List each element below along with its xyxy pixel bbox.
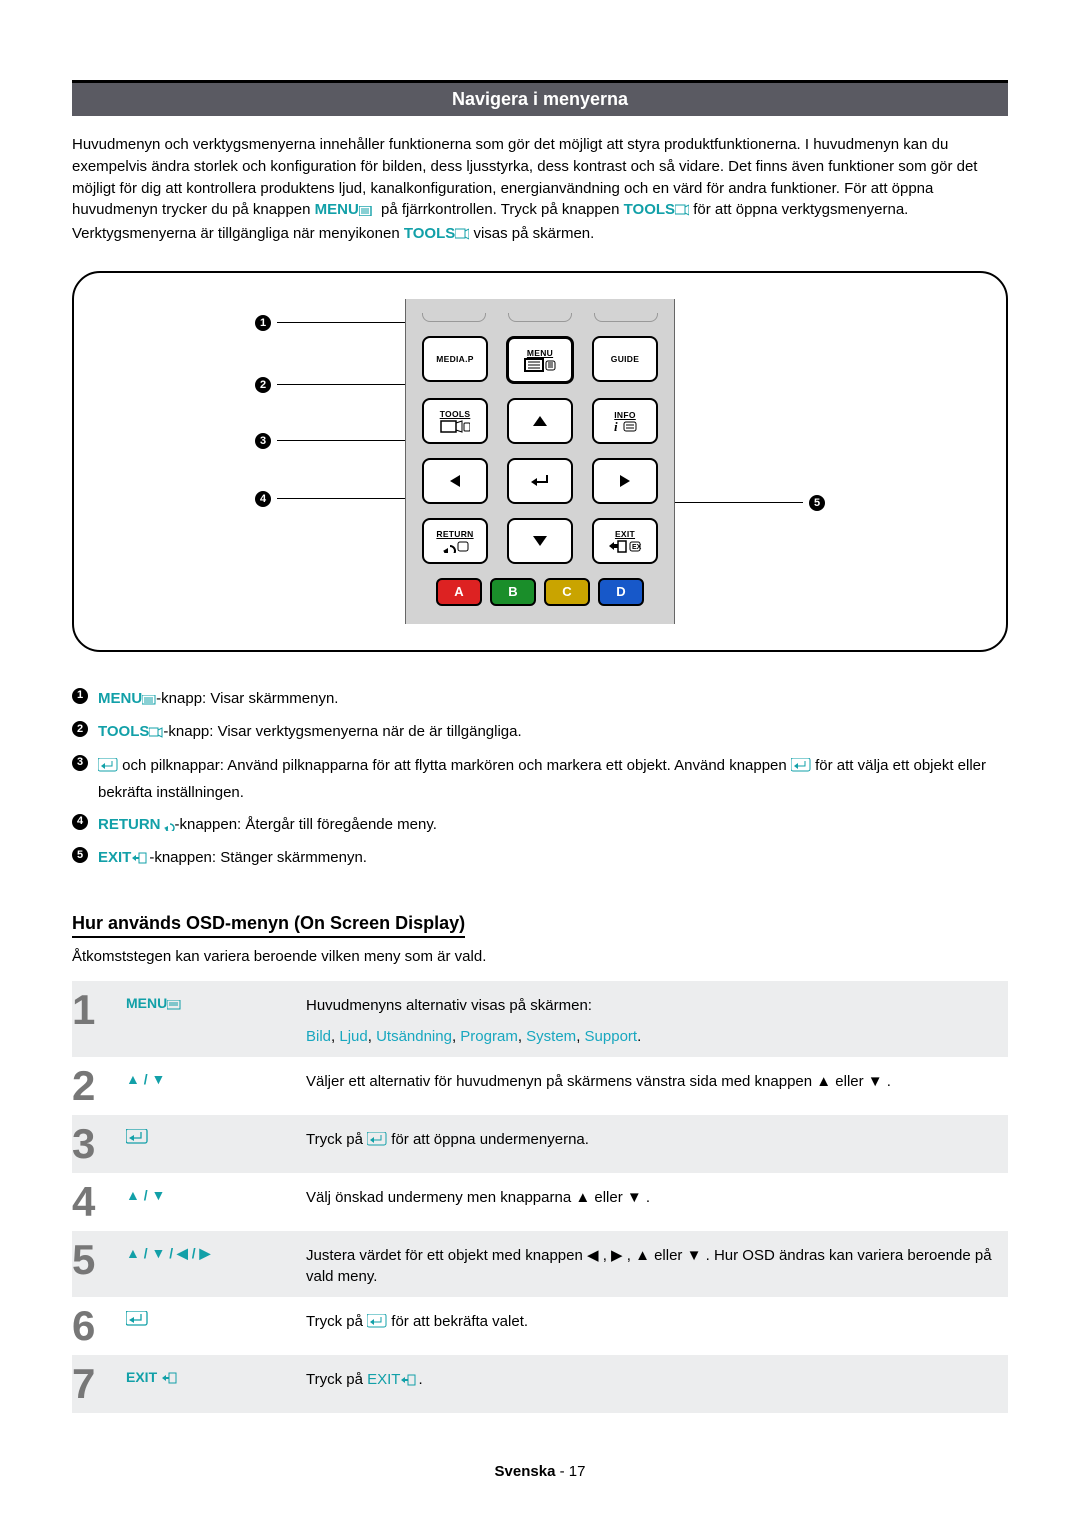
legend-list: 1 MENU-knapp: Visar skärmmenyn. 2 TOOLS-… — [72, 686, 1008, 873]
step-1: 1 MENU Huvudmenyns alternativ visas på s… — [72, 981, 1008, 1057]
remote-body: MEDIA.P MENU GUIDE TOOLS INFO i — [405, 299, 675, 624]
osd-heading: Hur används OSD-menyn (On Screen Display… — [72, 913, 465, 938]
info-button: INFO i — [592, 398, 658, 444]
legend-item-2: 2 TOOLS-knapp: Visar verktygsmenyerna nä… — [72, 719, 1008, 747]
legend-item-1: 1 MENU-knapp: Visar skärmmenyn. — [72, 686, 1008, 714]
step-5: 5 ▲ / ▼ / ◀ / ▶ Justera värdet för ett o… — [72, 1231, 1008, 1297]
menu-icon — [142, 688, 156, 714]
section-title: Navigera i menyerna — [72, 80, 1008, 116]
tools-icon — [455, 225, 469, 247]
menu-icon — [167, 997, 181, 1013]
enter-icon — [367, 1131, 387, 1152]
step-2: 2 ▲ / ▼ Väljer ett alternativ för huvudm… — [72, 1057, 1008, 1115]
page-footer: Svenska - 17 — [72, 1463, 1008, 1480]
menu-items: Bild, Ljud, Utsändning, Program, System,… — [306, 1026, 1004, 1047]
intro-paragraph: Huvudmenyn och verktygsmenyerna innehåll… — [72, 134, 1008, 247]
enter-icon — [126, 1311, 148, 1329]
exit-icon — [161, 1371, 179, 1387]
legend-item-4: 4 RETURN-knappen: Återgår till föregåend… — [72, 812, 1008, 840]
callout-3: 3 — [255, 433, 271, 449]
intro-text: visas på skärmen. — [473, 225, 594, 242]
button-c: C — [544, 578, 590, 606]
legend-item-3: 3 och pilknappar: Använd pilknapparna fö… — [72, 753, 1008, 806]
exit-icon — [131, 847, 149, 873]
callout-4: 4 — [255, 491, 271, 507]
left-button — [422, 458, 488, 504]
enter-icon — [126, 1129, 148, 1147]
legend-item-5: 5 EXIT-knappen: Stänger skärmmenyn. — [72, 845, 1008, 873]
guide-button: GUIDE — [592, 336, 658, 382]
menu-icon — [524, 358, 556, 372]
step-7: 7 EXIT Tryck på EXIT. — [72, 1355, 1008, 1413]
menu-button: MENU — [506, 336, 574, 384]
callout-5: 5 — [809, 495, 825, 511]
intro-text: på fjärrkontrollen. Tryck på knappen — [381, 201, 624, 218]
menu-icon — [359, 201, 377, 223]
tools-icon — [440, 419, 470, 433]
remote-illustration: 1 2 3 4 MEDIA.P MENU GUIDE TOOLS — [72, 271, 1008, 652]
tools-button: TOOLS — [422, 398, 488, 444]
button-d: D — [598, 578, 644, 606]
svg-text:i: i — [614, 420, 618, 432]
down-button — [507, 518, 573, 564]
exit-icon — [400, 1371, 418, 1392]
right-button — [592, 458, 658, 504]
button-a: A — [436, 578, 482, 606]
enter-icon — [367, 1313, 387, 1334]
return-button: RETURN — [422, 518, 488, 564]
enter-button — [507, 458, 573, 504]
menu-label: MENU — [315, 201, 359, 218]
tools-icon — [149, 721, 163, 747]
step-4: 4 ▲ / ▼ Välj önskad undermeny men knappa… — [72, 1173, 1008, 1231]
tools-label: TOOLS — [624, 201, 675, 218]
callout-2: 2 — [255, 377, 271, 393]
button-b: B — [490, 578, 536, 606]
exit-button: EXIT EX — [592, 518, 658, 564]
step-3: 3 Tryck på för att öppna undermenyerna. — [72, 1115, 1008, 1173]
enter-icon — [791, 755, 811, 781]
return-icon — [161, 814, 175, 840]
tools-label: TOOLS — [404, 225, 455, 242]
callout-1: 1 — [255, 315, 271, 331]
step-6: 6 Tryck på för att bekräfta valet. — [72, 1297, 1008, 1355]
steps-table: 1 MENU Huvudmenyns alternativ visas på s… — [72, 981, 1008, 1413]
svg-text:EX: EX — [632, 544, 642, 551]
up-button — [507, 398, 573, 444]
tools-icon — [675, 201, 689, 223]
mediap-button: MEDIA.P — [422, 336, 488, 382]
osd-description: Åtkomststegen kan variera beroende vilke… — [72, 948, 1008, 965]
enter-icon — [98, 755, 118, 781]
